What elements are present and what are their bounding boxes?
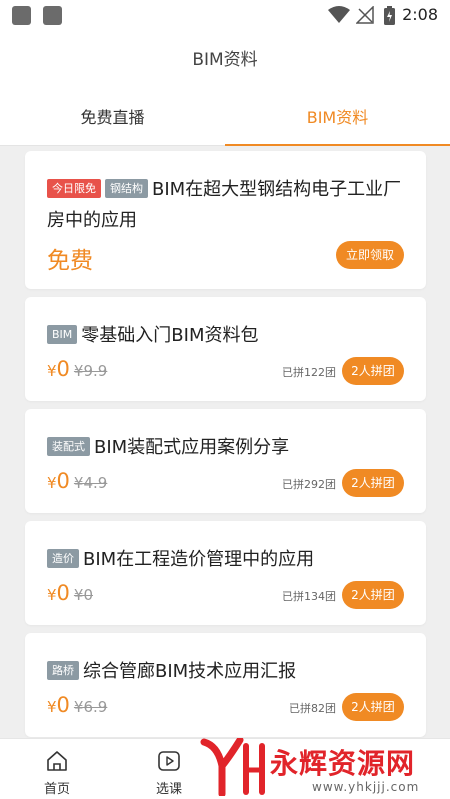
price: ¥0 ¥0	[47, 581, 93, 605]
claim-button[interactable]: 立即领取	[336, 241, 404, 269]
list-item[interactable]: 造价 BIM在工程造价管理中的应用 ¥0 ¥0 已拼134团 2人拼团	[25, 521, 426, 625]
group-count: 已拼134团	[282, 590, 336, 603]
original-price: ¥6.9	[73, 698, 108, 716]
card-title-text: 综合管廊BIM技术应用汇报	[83, 661, 297, 682]
currency: ¥	[47, 698, 57, 716]
tab-bar: 免费直播 BIM资料	[0, 90, 450, 146]
original-price: ¥9.9	[73, 362, 108, 380]
tag-badge: 今日限免	[47, 179, 101, 198]
original-price: ¥0	[73, 586, 94, 604]
tag-badge: 装配式	[47, 437, 90, 456]
card-title: 造价 BIM在工程造价管理中的应用	[47, 544, 408, 575]
wifi-icon	[328, 6, 350, 23]
notification-icon	[12, 6, 31, 25]
no-signal-icon	[356, 6, 374, 24]
notification-icon	[43, 6, 62, 25]
group-count: 已拼292团	[282, 478, 336, 491]
watermark: 永辉资源网 www.yhkjjj.com	[200, 738, 450, 799]
group-buy-button[interactable]: 2人拼团	[342, 357, 404, 385]
card-title: BIM 零基础入门BIM资料包	[47, 320, 408, 351]
group-buy-button[interactable]: 2人拼团	[342, 581, 404, 609]
home-icon	[47, 751, 67, 771]
tag-badge: 钢结构	[105, 179, 148, 198]
sale-price: 0	[56, 693, 70, 717]
currency: ¥	[47, 362, 57, 380]
nav-label: 首页	[43, 782, 70, 797]
watermark-logo	[200, 738, 265, 796]
group-buy-button[interactable]: 2人拼团	[342, 469, 404, 497]
currency: ¥	[47, 474, 57, 492]
list-item[interactable]: 装配式 BIM装配式应用案例分享 ¥0 ¥4.9 已拼292团 2人拼团	[25, 409, 426, 513]
tag-badge: 造价	[47, 549, 79, 568]
tag-badge: 路桥	[47, 661, 79, 680]
group-count: 已拼122团	[282, 366, 336, 379]
group-count: 已拼82团	[289, 702, 336, 715]
nav-home[interactable]: 首页	[17, 739, 97, 797]
page-title: BIM资料	[0, 30, 450, 90]
price: ¥0 ¥9.9	[47, 357, 107, 381]
card-title: 装配式 BIM装配式应用案例分享	[47, 432, 408, 463]
nav-courses[interactable]: 选课	[129, 739, 209, 797]
price: ¥0 ¥6.9	[47, 693, 107, 717]
sale-price: 0	[56, 357, 70, 381]
price: 免费	[47, 248, 93, 274]
nav-label: 选课	[155, 782, 182, 797]
currency: ¥	[47, 586, 57, 604]
price: ¥0 ¥4.9	[47, 469, 107, 493]
sale-price: 0	[56, 581, 70, 605]
clock: 2:08	[402, 5, 438, 24]
card-title-text: 零基础入门BIM资料包	[81, 325, 259, 346]
tab-free-live[interactable]: 免费直播	[0, 90, 225, 145]
status-bar: 2:08	[0, 0, 450, 30]
original-price: ¥4.9	[73, 474, 108, 492]
tab-bim-materials[interactable]: BIM资料	[225, 90, 450, 146]
list-item[interactable]: 路桥 综合管廊BIM技术应用汇报 ¥0 ¥6.9 已拼82团 2人拼团	[25, 633, 426, 737]
group-buy-button[interactable]: 2人拼团	[342, 693, 404, 721]
sale-price: 0	[56, 469, 70, 493]
play-icon	[158, 751, 180, 771]
watermark-url: www.yhkjjj.com	[312, 780, 420, 794]
card-title-text: BIM在工程造价管理中的应用	[83, 549, 315, 570]
watermark-text: 永辉资源网	[270, 747, 416, 780]
card-title: 路桥 综合管廊BIM技术应用汇报	[47, 656, 408, 687]
card-title-text: BIM装配式应用案例分享	[94, 437, 290, 458]
list-item[interactable]: BIM 零基础入门BIM资料包 ¥0 ¥9.9 已拼122团 2人拼团	[25, 297, 426, 401]
battery-icon	[384, 6, 395, 25]
list-item[interactable]: 今日限免 钢结构 BIM在超大型钢结构电子工业厂房中的应用 免费 立即领取	[25, 151, 426, 289]
tag-badge: BIM	[47, 325, 78, 344]
card-title: 今日限免 钢结构 BIM在超大型钢结构电子工业厂房中的应用	[47, 174, 408, 236]
